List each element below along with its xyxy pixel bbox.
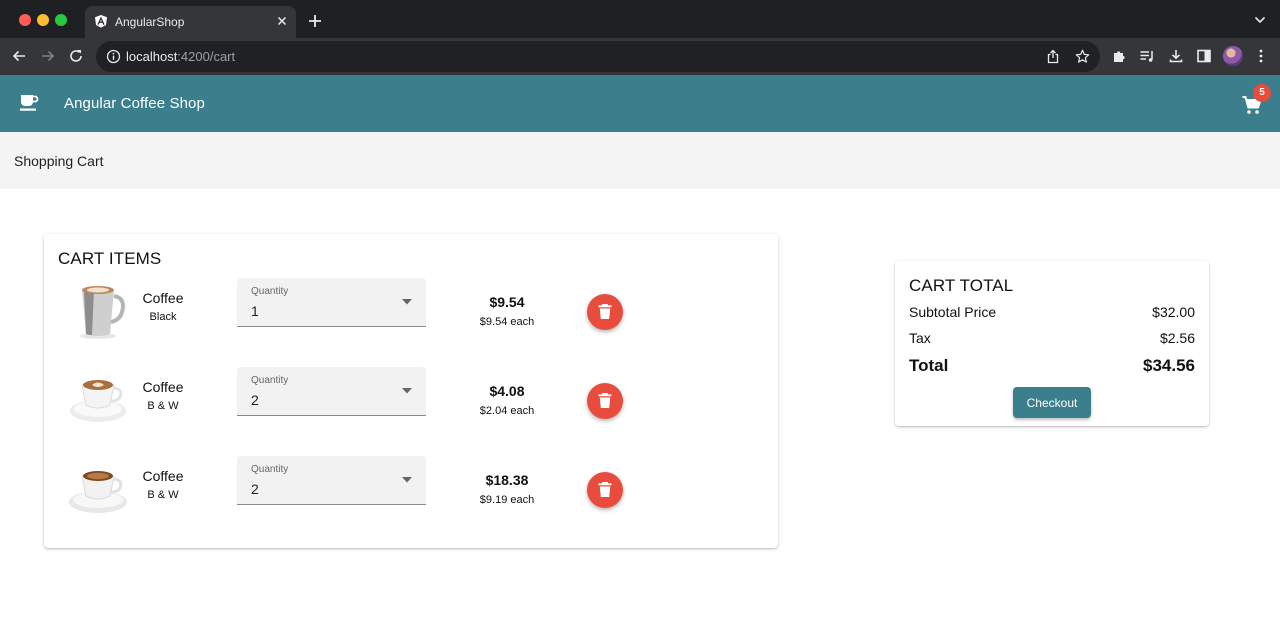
cart-total-heading: CART TOTAL [909,276,1014,295]
espresso-cup-image [69,471,127,513]
cart-item-row: Coffee B & W Quantity 2 $4.08 $2.04 each [44,367,778,429]
cart-items-heading: CART ITEMS [58,249,162,268]
share-icon[interactable] [1046,49,1060,64]
subtotal-value: $32.00 [1152,304,1195,320]
dropdown-arrow-icon [402,388,412,394]
bookmark-star-icon[interactable] [1075,49,1090,64]
dropdown-arrow-icon [402,477,412,483]
back-arrow-icon[interactable] [11,48,27,64]
app-header: Angular Coffee Shop [0,75,1280,132]
delete-item-button[interactable] [587,472,623,508]
quantity-label: Quantity [251,286,289,297]
browser-tab[interactable]: AngularShop [85,6,296,38]
quantity-select[interactable]: Quantity 2 [237,456,426,505]
trash-icon [598,393,612,408]
item-unit-price: $2.04 each [479,405,535,417]
forward-arrow-icon[interactable] [40,48,56,64]
tax-value: $2.56 [1159,330,1195,346]
trash-icon [598,482,612,497]
item-variant: B & W [147,489,179,501]
dropdown-arrow-icon [402,299,412,305]
browser-tab-bar: AngularShop [0,0,1280,38]
address-bar[interactable]: localhost:4200/cart [96,41,1100,72]
quantity-select[interactable]: Quantity 2 [237,367,426,416]
angular-logo-icon [95,15,107,28]
url-text: localhost:4200/cart [126,49,236,64]
site-info-icon[interactable] [106,49,121,64]
maximize-window-icon[interactable] [55,14,67,26]
subtotal-label: Subtotal Price [909,304,997,320]
browser-menu-icon[interactable] [1253,48,1269,64]
checkout-button[interactable]: Checkout [1013,387,1091,418]
new-tab-icon[interactable] [308,14,322,28]
cart-count-badge: 5 [1253,84,1271,102]
extensions-icon[interactable] [1111,48,1127,64]
reading-list-icon[interactable] [1139,48,1155,64]
item-total-price: $9.54 [489,294,525,310]
reload-icon[interactable] [68,48,84,64]
quantity-label: Quantity [251,375,289,386]
cart-items-card: CART ITEMS Coffee Black Quantity 1 $9.54… [44,234,778,548]
browser-toolbar: localhost:4200/cart [0,38,1280,75]
item-unit-price: $9.19 each [479,494,535,506]
cart-item-row: Coffee Black Quantity 1 $9.54 $9.54 each [44,278,778,340]
item-unit-price: $9.54 each [479,316,535,328]
page-title-bar: Shopping Cart [0,132,1280,189]
quantity-value: 2 [251,481,259,497]
chevron-down-icon[interactable] [1254,16,1266,24]
close-tab-icon[interactable] [275,14,289,28]
minimize-window-icon[interactable] [37,14,49,26]
latte-cup-image [70,380,126,422]
tab-title: AngularShop [115,15,185,29]
quantity-value: 2 [251,392,259,408]
item-name: Coffee [142,468,184,484]
delete-item-button[interactable] [587,294,623,330]
coffee-cup-icon[interactable] [19,93,39,113]
item-name: Coffee [142,379,184,395]
item-total-price: $4.08 [489,383,525,399]
item-variant: B & W [147,400,179,412]
item-name: Coffee [142,290,184,306]
profile-avatar[interactable] [1223,46,1243,66]
quantity-select[interactable]: Quantity 1 [237,278,426,327]
cart-total-card: CART TOTAL Subtotal Price $32.00 Tax $2.… [895,261,1209,426]
delete-item-button[interactable] [587,383,623,419]
side-panel-icon[interactable] [1196,48,1212,64]
app-title[interactable]: Angular Coffee Shop [64,95,205,112]
total-label: Total [909,356,949,375]
coffee-mug-image [80,286,125,339]
quantity-label: Quantity [251,464,289,475]
trash-icon [598,304,612,319]
total-value: $34.56 [1143,356,1195,375]
item-variant: Black [149,311,177,323]
tax-label: Tax [909,330,931,346]
quantity-value: 1 [251,303,259,319]
item-total-price: $18.38 [485,472,529,488]
close-window-icon[interactable] [19,14,31,26]
download-icon[interactable] [1168,48,1184,64]
cart-item-row: Coffee B & W Quantity 2 $18.38 $9.19 eac… [44,456,778,518]
page-title: Shopping Cart [14,153,104,169]
